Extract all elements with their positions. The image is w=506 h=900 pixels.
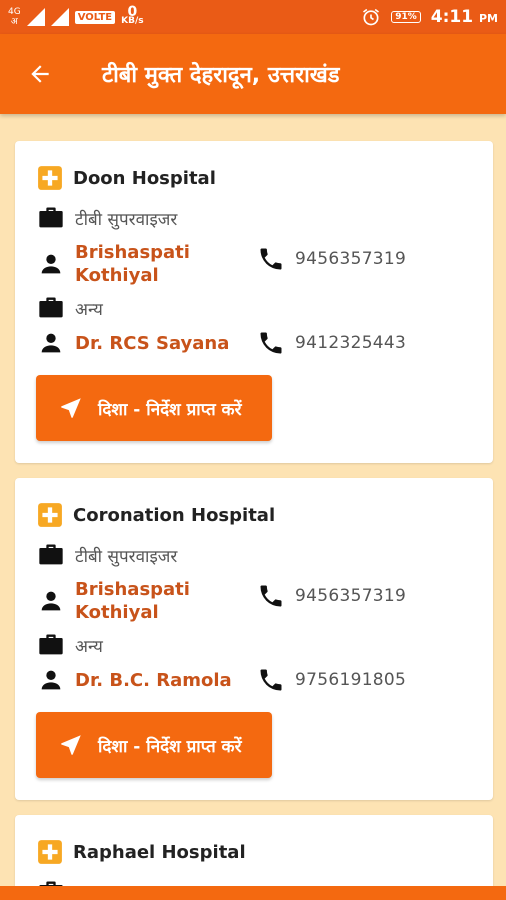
signal-icon-2: [50, 8, 69, 26]
phone-row[interactable]: 9756191805: [257, 666, 406, 694]
button-label: दिशा - निर्देश प्राप्त करें: [98, 736, 242, 757]
role-label: टीबी सुपरवाइजर: [75, 546, 178, 567]
hospital-header: Doon Hospital: [37, 165, 216, 191]
get-directions-button[interactable]: दिशा - निर्देश प्राप्त करें: [36, 712, 272, 778]
phone-icon: [260, 669, 282, 691]
hospital-name: Raphael Hospital: [73, 841, 246, 863]
phone-row[interactable]: 9456357319: [257, 582, 406, 610]
navigation-icon: [61, 398, 81, 418]
network-indicator: 4G अ: [8, 7, 21, 27]
role-label: अन्य: [75, 299, 103, 320]
navigation-icon: [61, 735, 81, 755]
person-icon: [41, 670, 61, 690]
bottom-bar: [0, 886, 506, 900]
briefcase-icon: [39, 207, 63, 228]
battery-icon: 91%: [391, 11, 421, 23]
contact-name: Dr. RCS Sayana: [75, 332, 230, 354]
role-label: अन्य: [75, 636, 103, 657]
hospital-list[interactable]: Doon Hospital टीबी सुपरवाइजर Brishaspati…: [0, 114, 506, 886]
hospital-header: Coronation Hospital: [37, 502, 275, 528]
contact-row: Brishaspati Kothiyal: [37, 578, 225, 624]
hospital-card: Raphael Hospital: [15, 815, 493, 886]
hospital-card: Coronation Hospital टीबी सुपरवाइजर Brish…: [15, 478, 493, 800]
briefcase-icon: [39, 297, 63, 318]
volte-badge: VOLTE: [74, 10, 116, 24]
get-directions-button[interactable]: दिशा - निर्देश प्राप्त करें: [36, 375, 272, 441]
role-row: टीबी सुपरवाइजर: [37, 541, 177, 569]
hospital-icon: [38, 503, 62, 527]
phone-number: 9456357319: [295, 249, 407, 269]
contact-row: Dr. RCS Sayana: [37, 329, 229, 357]
role-label: टीबी सुपरवाइजर: [75, 209, 178, 230]
role-row: टीबी सुपरवाइजर: [37, 204, 177, 232]
contact-name: Brishaspati Kothiyal: [75, 579, 190, 623]
clock: 4:11 PM: [430, 7, 498, 27]
data-speed: 0 KB/s: [121, 4, 144, 26]
hospital-header: Raphael Hospital: [37, 839, 246, 865]
briefcase-icon: [39, 544, 63, 565]
alarm-icon: [361, 7, 381, 27]
phone-row[interactable]: 9456357319: [257, 245, 406, 273]
phone-number: 9412325443: [295, 333, 407, 353]
phone-number: 9456357319: [295, 586, 407, 606]
hospital-icon: [38, 166, 62, 190]
person-icon: [41, 254, 61, 274]
contact-row: Dr. B.C. Ramola: [37, 666, 232, 694]
person-icon: [41, 591, 61, 611]
phone-icon: [260, 248, 282, 270]
phone-row[interactable]: 9412325443: [257, 329, 406, 357]
role-row: [37, 878, 65, 886]
back-button[interactable]: [0, 34, 80, 114]
contact-name: Dr. B.C. Ramola: [75, 669, 232, 691]
hospital-card: Doon Hospital टीबी सुपरवाइजर Brishaspati…: [15, 141, 493, 463]
role-row: अन्य: [37, 631, 103, 659]
hospital-name: Coronation Hospital: [73, 504, 276, 526]
phone-icon: [260, 585, 282, 607]
phone-number: 9756191805: [295, 670, 407, 690]
status-bar: 4G अ VOLTE 0 KB/s 91% 4:11 PM: [0, 0, 506, 34]
role-row: अन्य: [37, 294, 103, 322]
hospital-name: Doon Hospital: [73, 167, 216, 189]
contact-name: Brishaspati Kothiyal: [75, 242, 190, 286]
arrow-left-icon: [31, 65, 49, 83]
phone-icon: [260, 332, 282, 354]
person-icon: [41, 333, 61, 353]
contact-row: Brishaspati Kothiyal: [37, 241, 225, 287]
page-title: टीबी मुक्त देहरादून, उत्तराखंड: [102, 63, 340, 88]
hospital-icon: [38, 840, 62, 864]
signal-icon: [26, 8, 45, 26]
app-bar: टीबी मुक्त देहरादून, उत्तराखंड: [0, 34, 506, 114]
briefcase-icon: [39, 634, 63, 655]
briefcase-icon: [39, 881, 63, 886]
button-label: दिशा - निर्देश प्राप्त करें: [98, 399, 242, 420]
